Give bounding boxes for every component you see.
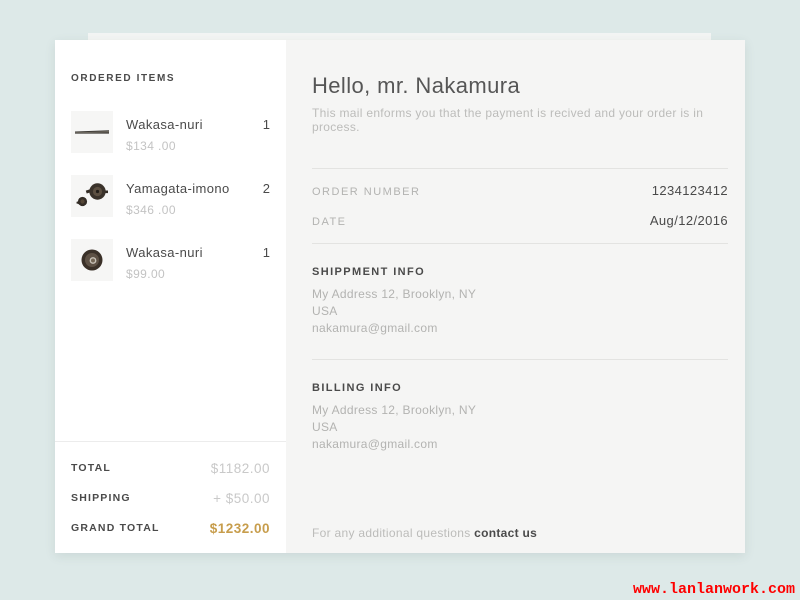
item-list: Wakasa-nuri $134 .00 1 [55,111,286,281]
total-row: TOTAL $1182.00 [71,453,270,483]
shipping-value: + $50.00 [213,491,270,506]
order-date-row: DATE Aug/12/2016 [312,213,728,228]
shipping-row: SHIPPING + $50.00 [71,483,270,513]
billing-address-line: USA [312,419,728,436]
order-number-label: ORDER NUMBER [312,186,420,198]
ordered-items-title: ORDERED ITEMS [71,73,270,84]
totals-summary: TOTAL $1182.00 SHIPPING + $50.00 GRAND T… [55,441,286,553]
total-value: $1182.00 [211,461,270,476]
billing-address-line: My Address 12, Brooklyn, NY [312,402,728,419]
order-number-row: ORDER NUMBER 1234123412 [312,183,728,198]
item-price: $99.00 [126,267,203,281]
shipment-info-title: SHIPPMENT INFO [312,266,728,278]
item-quantity: 1 [263,111,270,132]
item-name: Wakasa-nuri [126,245,203,260]
shipment-email: nakamura@gmail.com [312,320,728,337]
list-item: Yamagata-imono $346 .00 2 [55,175,286,217]
total-label: TOTAL [71,462,111,474]
greeting-heading: Hello, mr. Nakamura [312,73,728,99]
confirmation-message: This mail enforms you that the payment i… [312,106,728,134]
divider [312,168,728,169]
order-date-label: DATE [312,216,347,228]
grand-total-value: $1232.00 [210,521,270,536]
divider [312,243,728,244]
item-price: $134 .00 [126,139,203,153]
billing-address: My Address 12, Brooklyn, NY USA nakamura… [312,402,728,453]
ordered-items-panel: ORDERED ITEMS Wakasa-nuri $134 .00 1 [55,40,286,553]
list-item: Wakasa-nuri $99.00 1 [55,239,286,281]
item-quantity: 2 [263,175,270,196]
list-item: Wakasa-nuri $134 .00 1 [55,111,286,153]
contact-us-link[interactable]: contact us [474,526,537,540]
item-name: Wakasa-nuri [126,117,203,132]
shipment-address: My Address 12, Brooklyn, NY USA nakamura… [312,286,728,337]
order-number-value: 1234123412 [652,183,728,198]
shipping-label: SHIPPING [71,492,131,504]
item-quantity: 1 [263,239,270,260]
order-date-value: Aug/12/2016 [650,213,728,228]
shipment-address-line: USA [312,303,728,320]
footer-note: For any additional questions contact us [312,526,537,540]
divider [312,359,728,360]
site-watermark: www.lanlanwork.com [633,581,795,598]
product-image-bowl-icon [71,239,113,281]
product-image-teapot-icon [71,175,113,217]
order-details-panel: Hello, mr. Nakamura This mail enforms yo… [286,40,745,553]
billing-info-title: BILLING INFO [312,382,728,394]
item-price: $346 .00 [126,203,230,217]
billing-email: nakamura@gmail.com [312,436,728,453]
grand-total-row: GRAND TOTAL $1232.00 [71,513,270,543]
footer-text: For any additional questions [312,526,474,540]
order-confirmation-card: ORDERED ITEMS Wakasa-nuri $134 .00 1 [55,40,745,553]
product-image-chopsticks-icon [71,111,113,153]
shipment-address-line: My Address 12, Brooklyn, NY [312,286,728,303]
item-name: Yamagata-imono [126,181,230,196]
grand-total-label: GRAND TOTAL [71,522,160,534]
